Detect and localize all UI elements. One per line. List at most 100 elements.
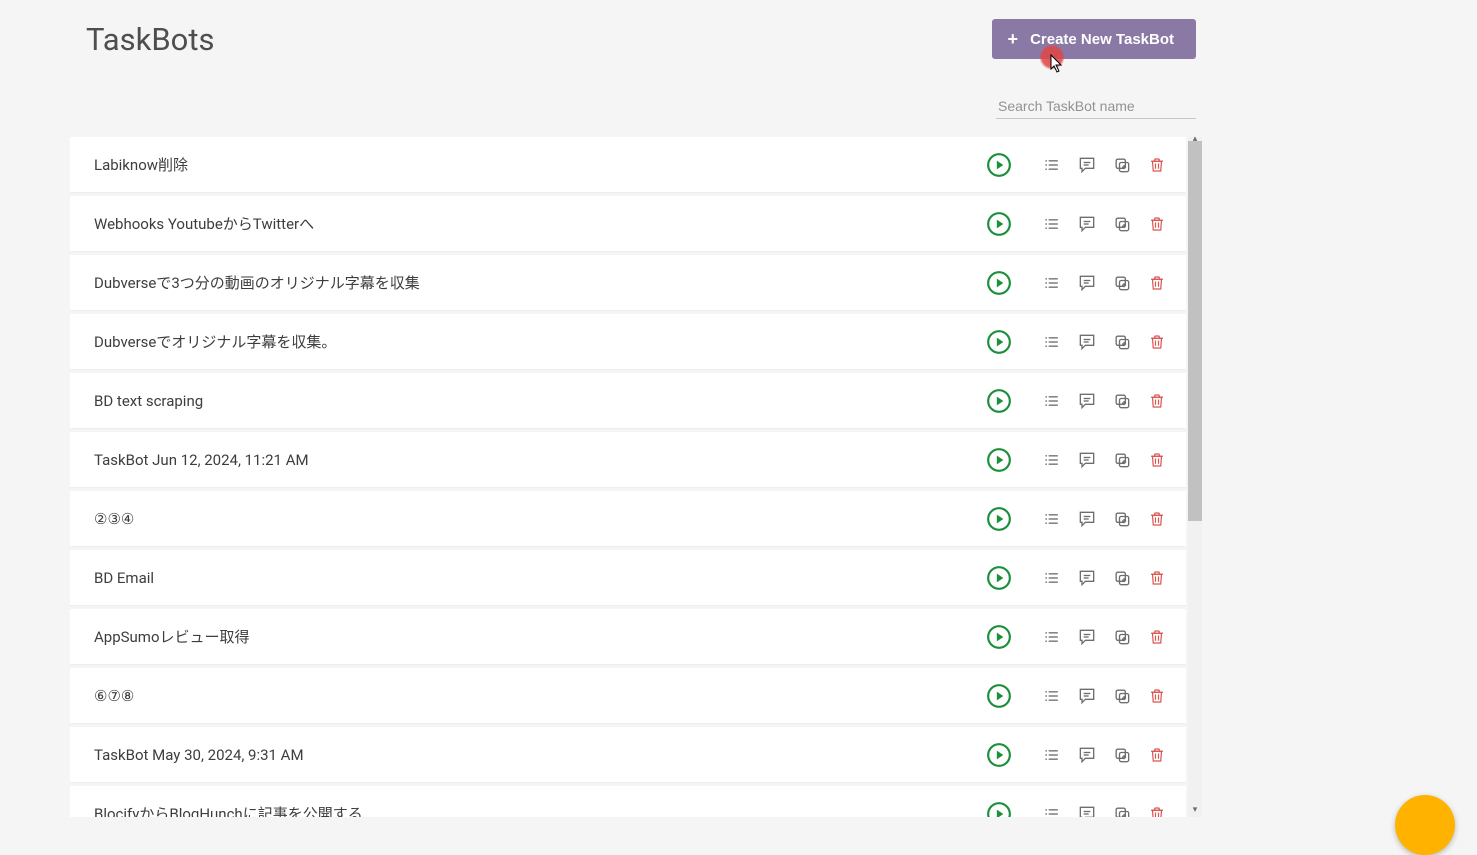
- duplicate-button[interactable]: [1104, 383, 1139, 419]
- list-icon: [1042, 155, 1062, 175]
- task-actions: [981, 206, 1186, 242]
- comment-button[interactable]: [1069, 383, 1104, 419]
- play-button[interactable]: [981, 383, 1016, 419]
- duplicate-icon: [1112, 509, 1132, 529]
- task-actions: [981, 383, 1186, 419]
- comment-button[interactable]: [1069, 324, 1104, 360]
- play-button[interactable]: [981, 442, 1016, 478]
- steps-button[interactable]: [1034, 737, 1069, 773]
- comment-button[interactable]: [1069, 147, 1104, 183]
- delete-button[interactable]: [1139, 265, 1174, 301]
- steps-button[interactable]: [1034, 796, 1069, 818]
- comment-button[interactable]: [1069, 619, 1104, 655]
- steps-button[interactable]: [1034, 324, 1069, 360]
- play-button[interactable]: [981, 678, 1016, 714]
- scroll-down-arrow-icon[interactable]: ▾: [1188, 803, 1202, 817]
- play-button[interactable]: [981, 560, 1016, 596]
- steps-button[interactable]: [1034, 560, 1069, 596]
- play-button[interactable]: [981, 796, 1016, 818]
- delete-button[interactable]: [1139, 206, 1174, 242]
- task-actions: [981, 324, 1186, 360]
- delete-button[interactable]: [1139, 147, 1174, 183]
- comment-button[interactable]: [1069, 737, 1104, 773]
- comment-button[interactable]: [1069, 560, 1104, 596]
- list-icon: [1042, 332, 1062, 352]
- steps-button[interactable]: [1034, 678, 1069, 714]
- comment-button[interactable]: [1069, 206, 1104, 242]
- steps-button[interactable]: [1034, 147, 1069, 183]
- task-name-label: ②③④: [94, 510, 981, 528]
- scrollbar-thumb[interactable]: [1188, 141, 1202, 521]
- play-button[interactable]: [981, 324, 1016, 360]
- chat-icon: [1077, 568, 1097, 588]
- play-button[interactable]: [981, 206, 1016, 242]
- task-row[interactable]: AppSumoレビュー取得: [70, 609, 1186, 664]
- play-icon: [986, 565, 1012, 591]
- play-button[interactable]: [981, 619, 1016, 655]
- chat-icon: [1077, 745, 1097, 765]
- play-button[interactable]: [981, 147, 1016, 183]
- play-icon: [986, 683, 1012, 709]
- delete-button[interactable]: [1139, 442, 1174, 478]
- duplicate-button[interactable]: [1104, 737, 1139, 773]
- task-row[interactable]: ⑥⑦⑧: [70, 668, 1186, 723]
- delete-button[interactable]: [1139, 737, 1174, 773]
- list-icon: [1042, 450, 1062, 470]
- trash-icon: [1148, 391, 1166, 411]
- comment-button[interactable]: [1069, 442, 1104, 478]
- duplicate-button[interactable]: [1104, 265, 1139, 301]
- task-row[interactable]: Dubverseで3つ分の動画のオリジナル字幕を収集: [70, 255, 1186, 310]
- task-row[interactable]: ②③④: [70, 491, 1186, 546]
- duplicate-button[interactable]: [1104, 324, 1139, 360]
- task-row[interactable]: TaskBot May 30, 2024, 9:31 AM: [70, 727, 1186, 782]
- task-row[interactable]: Labiknow削除: [70, 137, 1186, 192]
- chat-icon: [1077, 273, 1097, 293]
- create-new-taskbot-button[interactable]: + Create New TaskBot: [992, 19, 1196, 59]
- duplicate-button[interactable]: [1104, 796, 1139, 818]
- delete-button[interactable]: [1139, 501, 1174, 537]
- delete-button[interactable]: [1139, 678, 1174, 714]
- comment-button[interactable]: [1069, 265, 1104, 301]
- steps-button[interactable]: [1034, 619, 1069, 655]
- duplicate-button[interactable]: [1104, 678, 1139, 714]
- steps-button[interactable]: [1034, 501, 1069, 537]
- delete-button[interactable]: [1139, 383, 1174, 419]
- task-row[interactable]: BD Email: [70, 550, 1186, 605]
- duplicate-button[interactable]: [1104, 442, 1139, 478]
- duplicate-button[interactable]: [1104, 501, 1139, 537]
- steps-button[interactable]: [1034, 265, 1069, 301]
- steps-button[interactable]: [1034, 383, 1069, 419]
- delete-button[interactable]: [1139, 619, 1174, 655]
- task-row[interactable]: Dubverseでオリジナル字幕を収集。: [70, 314, 1186, 369]
- play-button[interactable]: [981, 265, 1016, 301]
- delete-button[interactable]: [1139, 324, 1174, 360]
- duplicate-icon: [1112, 332, 1132, 352]
- comment-button[interactable]: [1069, 796, 1104, 818]
- steps-button[interactable]: [1034, 206, 1069, 242]
- play-button[interactable]: [981, 501, 1016, 537]
- delete-button[interactable]: [1139, 560, 1174, 596]
- duplicate-button[interactable]: [1104, 560, 1139, 596]
- search-input[interactable]: [996, 94, 1196, 119]
- comment-button[interactable]: [1069, 501, 1104, 537]
- play-button[interactable]: [981, 737, 1016, 773]
- scrollbar-track[interactable]: ▴ ▾: [1188, 137, 1202, 817]
- duplicate-button[interactable]: [1104, 206, 1139, 242]
- task-actions: [981, 796, 1186, 818]
- task-actions: [981, 265, 1186, 301]
- create-button-label: Create New TaskBot: [1030, 31, 1174, 48]
- duplicate-button[interactable]: [1104, 619, 1139, 655]
- play-icon: [986, 388, 1012, 414]
- trash-icon: [1148, 332, 1166, 352]
- task-row[interactable]: Webhooks YoutubeからTwitterへ: [70, 196, 1186, 251]
- task-row[interactable]: TaskBot Jun 12, 2024, 11:21 AM: [70, 432, 1186, 487]
- duplicate-icon: [1112, 391, 1132, 411]
- task-row[interactable]: BD text scraping: [70, 373, 1186, 428]
- delete-button[interactable]: [1139, 796, 1174, 818]
- comment-button[interactable]: [1069, 678, 1104, 714]
- task-row[interactable]: BlocifyからBlogHunchに記事を公開する: [70, 786, 1186, 817]
- help-fab-button[interactable]: [1395, 795, 1455, 855]
- play-icon: [986, 801, 1012, 818]
- steps-button[interactable]: [1034, 442, 1069, 478]
- duplicate-button[interactable]: [1104, 147, 1139, 183]
